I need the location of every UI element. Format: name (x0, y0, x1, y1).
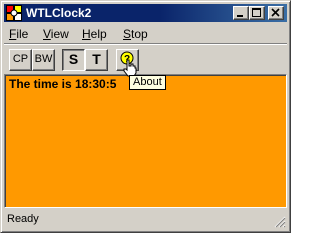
toolbar: CP BW S T ? (4, 46, 287, 73)
s-toggle-button[interactable]: S (62, 49, 85, 71)
clock-display-area: The time is 18:30:5 (4, 74, 287, 208)
maximize-button[interactable] (249, 6, 265, 20)
status-text: Ready (7, 213, 39, 225)
time-text: The time is 18:30:5 (9, 77, 117, 91)
about-tooltip: About (129, 75, 166, 90)
bw-button[interactable]: BW (32, 49, 55, 71)
app-window: WTLClock2 File View Help Stop CP BW S T … (0, 0, 291, 233)
maximize-icon (252, 8, 261, 17)
resize-grip-icon[interactable] (273, 215, 286, 228)
menu-file[interactable]: File (9, 27, 28, 41)
title-bar[interactable]: WTLClock2 (4, 4, 287, 22)
menu-view[interactable]: View (43, 27, 69, 41)
app-icon[interactable] (6, 5, 22, 21)
minimize-button[interactable] (233, 6, 249, 20)
menu-stop[interactable]: Stop (123, 27, 148, 41)
menu-separator (4, 43, 287, 45)
close-button[interactable] (268, 6, 284, 20)
close-icon (271, 8, 280, 17)
minimize-icon (237, 15, 243, 17)
status-bar: Ready (4, 210, 287, 229)
window-title: WTLClock2 (26, 6, 92, 20)
t-toggle-button[interactable]: T (85, 49, 108, 71)
menu-help[interactable]: Help (82, 27, 107, 41)
menu-bar: File View Help Stop (4, 24, 287, 43)
cp-button[interactable]: CP (9, 49, 32, 71)
